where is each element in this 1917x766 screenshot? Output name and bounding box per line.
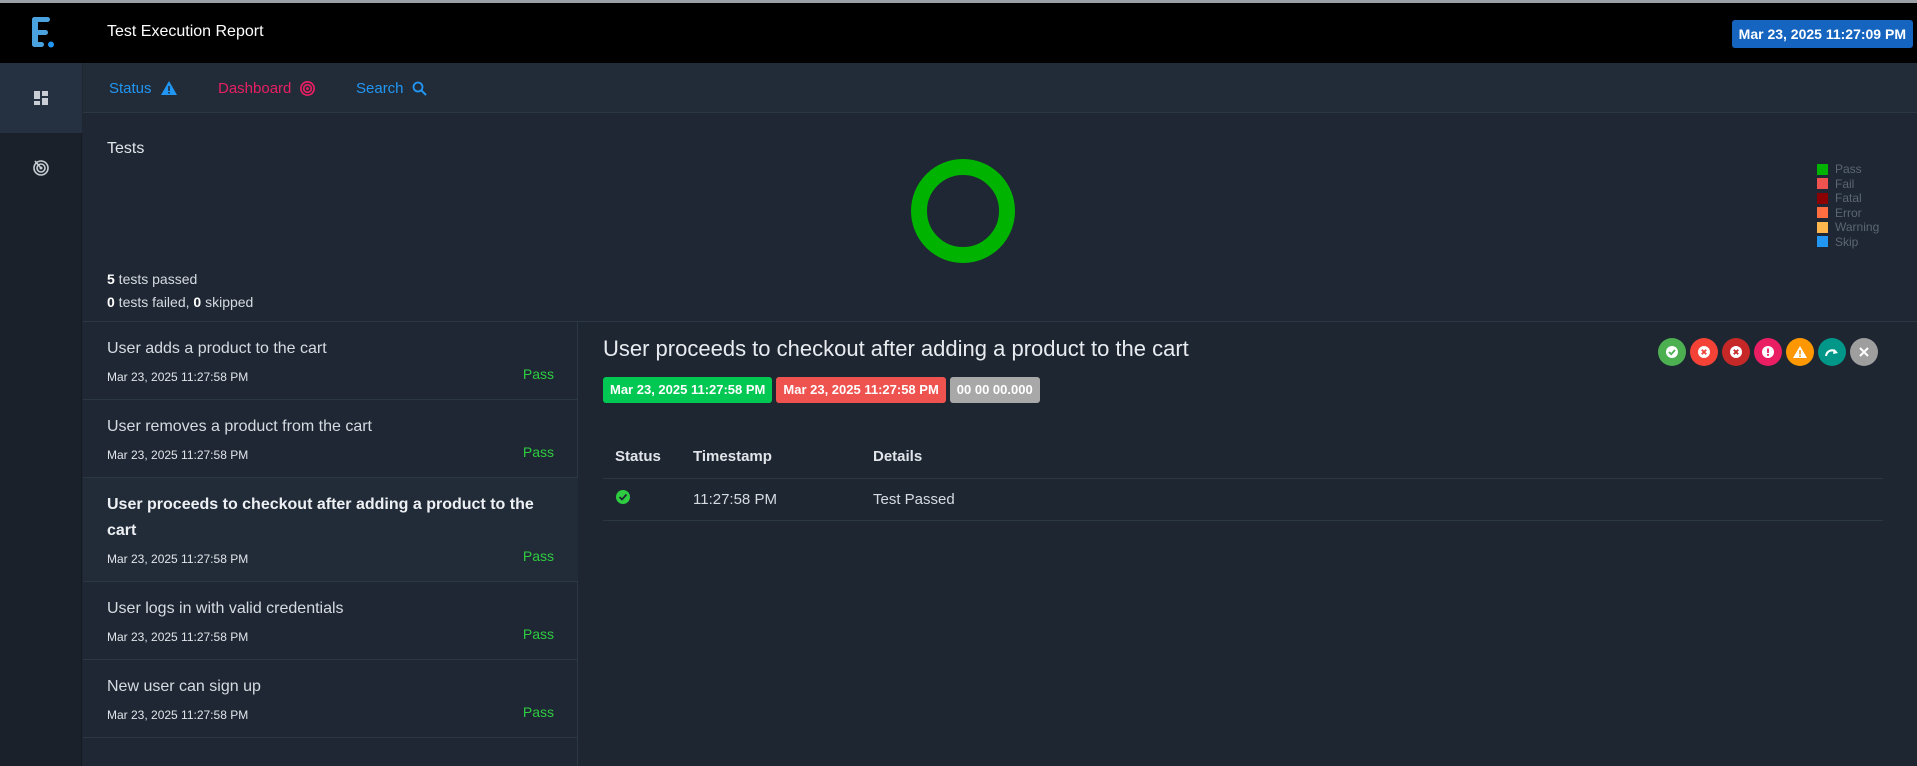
tests-donut-chart	[911, 159, 1015, 263]
failed-text: tests failed,	[114, 294, 194, 310]
test-name: User logs in with valid credentials	[107, 600, 344, 617]
nav-search-link[interactable]: Search	[356, 63, 427, 113]
summary-title: Tests	[107, 140, 145, 157]
legend-item-fail[interactable]: Fail	[1817, 177, 1879, 192]
pass-check-icon	[616, 490, 630, 504]
search-icon	[412, 81, 427, 96]
skipped-text: skipped	[201, 294, 254, 310]
passed-summary: 5 tests passed	[107, 271, 197, 287]
extent-logo-icon[interactable]	[30, 15, 58, 51]
test-list-item[interactable]: New user can sign up Mar 23, 2025 11:27:…	[83, 660, 578, 738]
failed-skipped-summary: 0 tests failed, 0 skipped	[107, 294, 253, 310]
top-bar: Test Execution Report Mar 23, 2025 11:27…	[0, 3, 1917, 63]
nav-search-label: Search	[356, 79, 404, 97]
nav-dashboard-label: Dashboard	[218, 79, 292, 97]
report-datetime-badge: Mar 23, 2025 11:27:09 PM	[1731, 20, 1913, 48]
legend-label: Skip	[1835, 234, 1859, 249]
test-list: User adds a product to the cart Mar 23, …	[83, 322, 578, 766]
test-name: User proceeds to checkout after adding a…	[107, 496, 534, 539]
log-table: Status Timestamp Details 11:27:58 PM Tes…	[603, 436, 1883, 521]
detail-badges: Mar 23, 2025 11:27:58 PM Mar 23, 2025 11…	[603, 377, 1040, 403]
duration-badge: 00 00 00.000	[949, 377, 1040, 403]
log-timestamp-cell: 11:27:58 PM	[681, 478, 861, 521]
legend-swatch	[1817, 163, 1828, 175]
legend-item-fatal[interactable]: Fatal	[1817, 191, 1879, 206]
test-list-item[interactable]: User removes a product from the cart Mar…	[83, 400, 578, 478]
test-name: New user can sign up	[107, 678, 261, 695]
legend-label: Warning	[1835, 220, 1880, 235]
test-list-item[interactable]: User adds a product to the cart Mar 23, …	[83, 322, 578, 400]
nav-status-link[interactable]: Status	[109, 63, 178, 113]
test-time: Mar 23, 2025 11:27:58 PM	[107, 552, 249, 566]
top-nav: Status Dashboard Search	[83, 63, 1917, 113]
detail-title: User proceeds to checkout after adding a…	[603, 336, 1189, 361]
test-detail-panel: User proceeds to checkout after adding a…	[579, 322, 1917, 766]
sidebar-item-dashboard[interactable]	[0, 133, 82, 203]
fail-filter-icon[interactable]	[1690, 338, 1718, 366]
test-status: Pass	[522, 366, 554, 382]
nav-dashboard-link[interactable]: Dashboard	[218, 63, 316, 113]
test-status: Pass	[522, 548, 554, 564]
details-column-header: Details	[861, 436, 1883, 479]
legend-swatch	[1817, 236, 1828, 248]
skip-filter-icon[interactable]	[1818, 338, 1846, 366]
radar-icon	[300, 80, 316, 96]
log-table-row: 11:27:58 PM Test Passed	[603, 478, 1883, 521]
legend-label: Pass	[1835, 162, 1862, 177]
warning-filter-icon[interactable]	[1786, 338, 1814, 366]
fatal-filter-icon[interactable]	[1722, 338, 1750, 366]
test-status: Pass	[522, 444, 554, 460]
status-column-header: Status	[603, 436, 681, 479]
log-details-cell: Test Passed	[861, 478, 1883, 521]
legend-swatch	[1817, 178, 1828, 190]
error-filter-icon[interactable]	[1754, 338, 1782, 366]
legend-swatch	[1817, 192, 1828, 204]
legend-swatch	[1817, 221, 1828, 233]
test-time: Mar 23, 2025 11:27:58 PM	[107, 370, 249, 384]
legend-item-pass[interactable]: Pass	[1817, 162, 1879, 177]
test-time: Mar 23, 2025 11:27:58 PM	[107, 630, 249, 644]
tests-summary-panel: Tests Pass Fail Fatal Error Warning Skip 5 te…	[83, 114, 1917, 322]
warning-triangle-icon	[160, 81, 177, 95]
sidebar	[0, 63, 82, 766]
test-list-item[interactable]: User logs in with valid credentials Mar …	[83, 582, 578, 660]
test-list-item-selected[interactable]: User proceeds to checkout after adding a…	[83, 478, 578, 582]
radar-icon	[33, 160, 49, 176]
passed-text: tests passed	[114, 271, 198, 287]
end-time-badge: Mar 23, 2025 11:27:58 PM	[776, 377, 946, 403]
legend-item-warning[interactable]: Warning	[1817, 220, 1879, 235]
test-time: Mar 23, 2025 11:27:58 PM	[107, 708, 249, 722]
failed-count: 0	[107, 294, 115, 310]
chart-legend: Pass Fail Fatal Error Warning Skip	[1817, 162, 1879, 249]
start-time-badge: Mar 23, 2025 11:27:58 PM	[603, 377, 773, 403]
legend-swatch	[1817, 207, 1828, 219]
legend-item-skip[interactable]: Skip	[1817, 235, 1879, 250]
legend-label: Fail	[1835, 176, 1855, 191]
legend-label: Fatal	[1835, 191, 1862, 206]
timestamp-column-header: Timestamp	[681, 436, 861, 479]
test-time: Mar 23, 2025 11:27:58 PM	[107, 448, 249, 462]
status-filter-group	[1658, 338, 1878, 366]
passed-count: 5	[107, 271, 115, 287]
test-name: User removes a product from the cart	[107, 418, 372, 435]
donut-segment-pass	[911, 159, 1015, 263]
app-title: Test Execution Report	[107, 23, 264, 40]
test-status: Pass	[522, 704, 554, 720]
legend-label: Error	[1835, 205, 1862, 220]
test-status: Pass	[522, 626, 554, 642]
nav-status-label: Status	[109, 79, 152, 97]
pass-filter-icon[interactable]	[1658, 338, 1686, 366]
dashboard-grid-icon	[34, 91, 48, 105]
sidebar-item-tests[interactable]	[0, 63, 82, 133]
log-table-header-row: Status Timestamp Details	[603, 436, 1883, 479]
test-name: User adds a product to the cart	[107, 340, 327, 357]
legend-item-error[interactable]: Error	[1817, 206, 1879, 221]
clear-filter-icon[interactable]	[1850, 338, 1878, 366]
log-status-cell	[603, 478, 681, 521]
